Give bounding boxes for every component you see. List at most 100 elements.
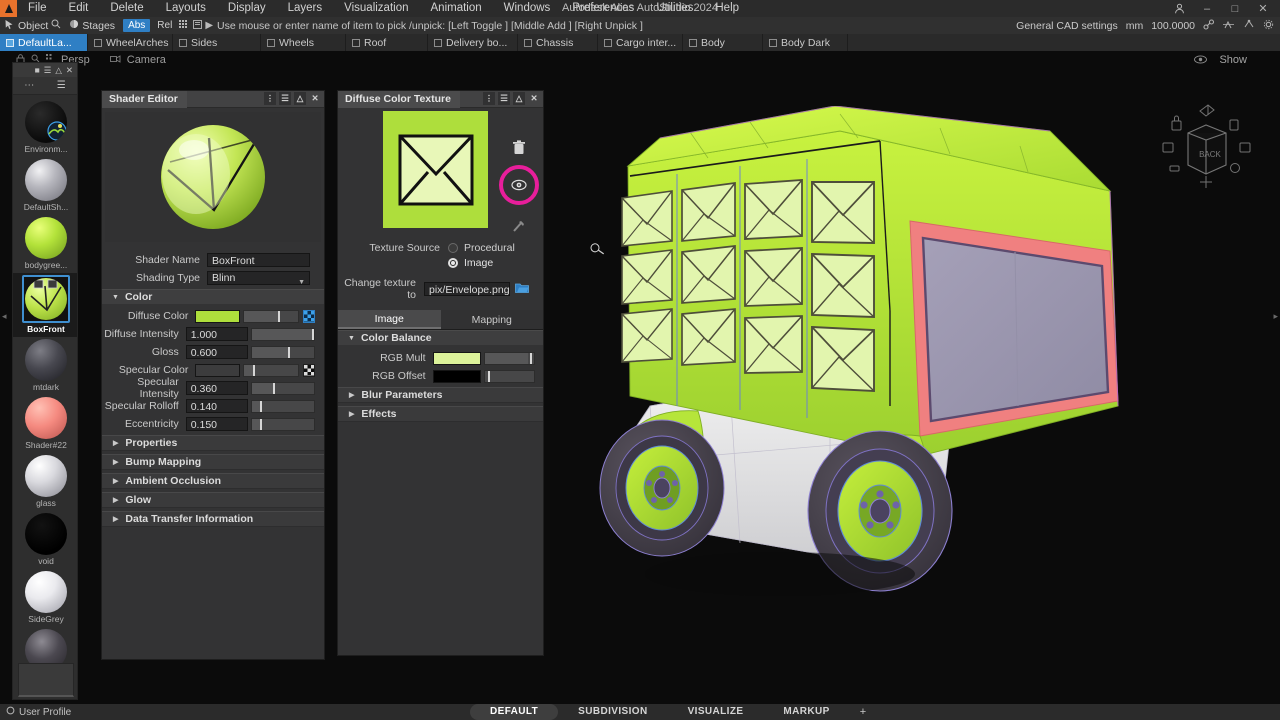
section-properties[interactable]: ▶ Properties bbox=[102, 435, 324, 451]
layer-tab-wheelarches[interactable]: WheelArches bbox=[88, 34, 173, 51]
shader-swatch-list[interactable]: Environm... DefaultSh... bodygree... Box… bbox=[13, 95, 77, 681]
section-bump-mapping[interactable]: ▶ Bump Mapping bbox=[102, 454, 324, 470]
menu-item-animation[interactable]: Animation bbox=[420, 0, 493, 17]
layer-tab-cargointerior[interactable]: Cargo inter... bbox=[598, 34, 683, 51]
specular-rolloff-slider[interactable] bbox=[251, 399, 316, 413]
layer-checkbox[interactable] bbox=[524, 38, 532, 47]
add-mode-button[interactable]: + bbox=[850, 706, 866, 718]
menu-item-layouts[interactable]: Layouts bbox=[155, 0, 217, 17]
section-effects[interactable]: ▶ Effects bbox=[338, 406, 543, 422]
more-options-icon[interactable]: ⋯ bbox=[24, 80, 34, 91]
mode-markup[interactable]: MARKUP bbox=[763, 704, 849, 720]
mode-default[interactable]: DEFAULT bbox=[470, 704, 559, 720]
menu-item-layers[interactable]: Layers bbox=[277, 0, 334, 17]
scale-value[interactable]: 100.0000 bbox=[1151, 20, 1195, 32]
menu-item-delete[interactable]: Delete bbox=[99, 0, 154, 17]
rgb-mult-slider[interactable] bbox=[484, 351, 535, 365]
shader-library-footer-slot[interactable] bbox=[18, 663, 74, 697]
shader-swatch-void[interactable]: void bbox=[13, 511, 77, 569]
specular-color-map-button[interactable] bbox=[303, 363, 315, 377]
rgb-offset-slider[interactable] bbox=[484, 369, 535, 383]
layer-checkbox[interactable] bbox=[6, 38, 14, 47]
menu-item-windows[interactable]: Windows bbox=[493, 0, 562, 17]
menu-item-display[interactable]: Display bbox=[217, 0, 277, 17]
section-ambient-occlusion[interactable]: ▶ Ambient Occlusion bbox=[102, 473, 324, 489]
diffuse-intensity-input[interactable]: 1.000 bbox=[185, 327, 249, 341]
specular-color-slider[interactable] bbox=[242, 363, 300, 377]
menu-icon[interactable]: ☰ bbox=[44, 66, 52, 75]
abs-rel-group[interactable]: Abs Rel ▶ bbox=[119, 17, 217, 34]
layer-tab-bodydark[interactable]: Body Dark bbox=[763, 34, 848, 51]
specular-color-swatch[interactable] bbox=[195, 363, 240, 377]
section-data-transfer-information[interactable]: ▶ Data Transfer Information bbox=[102, 511, 324, 527]
layer-tab-wheels[interactable]: Wheels bbox=[261, 34, 346, 51]
list-icon[interactable] bbox=[193, 19, 203, 32]
diffuse-color-slider[interactable] bbox=[242, 309, 300, 323]
procedural-radio[interactable] bbox=[448, 243, 458, 253]
units-label[interactable]: mm bbox=[1126, 20, 1144, 32]
user-profile-item[interactable]: User Profile bbox=[0, 706, 71, 718]
object-pick-group[interactable]: Object bbox=[0, 17, 65, 34]
right-edge-arrow[interactable]: ▸ bbox=[1273, 311, 1278, 322]
layer-checkbox[interactable] bbox=[352, 38, 360, 47]
layer-tab-roof[interactable]: Roof bbox=[346, 34, 428, 51]
grid-icon[interactable] bbox=[179, 19, 190, 32]
shader-swatch-mtdark[interactable]: mtdark bbox=[13, 337, 77, 395]
mode-subdivision[interactable]: SUBDIVISION bbox=[558, 704, 667, 720]
stages-group[interactable]: Stages bbox=[65, 17, 119, 34]
layer-checkbox[interactable] bbox=[267, 38, 275, 47]
shader-swatch-defaultshader[interactable]: DefaultSh... bbox=[13, 157, 77, 215]
gloss-slider[interactable] bbox=[251, 345, 316, 359]
show-eye-icon[interactable] bbox=[1194, 55, 1207, 67]
rel-toggle[interactable]: Rel bbox=[153, 19, 176, 32]
collapse-icon[interactable]: △ bbox=[294, 92, 306, 105]
menu-item-visualization[interactable]: Visualization bbox=[333, 0, 419, 17]
camera-label[interactable]: Camera bbox=[127, 54, 166, 66]
account-icon[interactable] bbox=[1166, 0, 1192, 17]
tab-image[interactable]: Image bbox=[338, 310, 441, 329]
specular-intensity-input[interactable]: 0.360 bbox=[185, 381, 249, 395]
tab-mapping[interactable]: Mapping bbox=[440, 310, 543, 329]
vehicle-model[interactable] bbox=[590, 105, 1190, 636]
layer-tab-default[interactable]: DefaultLa... bbox=[0, 34, 88, 51]
layer-checkbox[interactable] bbox=[434, 38, 442, 47]
list-menu-icon[interactable]: ☰ bbox=[57, 80, 66, 91]
layer-checkbox[interactable] bbox=[94, 38, 102, 47]
specular-rolloff-input[interactable]: 0.140 bbox=[185, 399, 249, 413]
rgb-mult-swatch[interactable] bbox=[432, 351, 482, 365]
left-edge-arrow[interactable]: ◂ bbox=[2, 311, 7, 322]
layer-checkbox[interactable] bbox=[769, 38, 777, 47]
shader-swatch-shader22[interactable]: Shader#22 bbox=[13, 395, 77, 453]
specular-intensity-slider[interactable] bbox=[251, 381, 316, 395]
show-label[interactable]: Show bbox=[1219, 54, 1247, 66]
menu-item-utilities[interactable]: Utilities bbox=[645, 0, 704, 17]
mode-visualize[interactable]: VISUALIZE bbox=[668, 704, 764, 720]
shader-name-input[interactable]: BoxFront bbox=[207, 253, 310, 267]
gear-icon[interactable] bbox=[1263, 19, 1274, 33]
info-icon[interactable]: ■ bbox=[35, 66, 40, 75]
browse-folder-icon[interactable] bbox=[515, 282, 529, 297]
rgb-offset-swatch[interactable] bbox=[432, 369, 482, 383]
collapse-icon[interactable]: △ bbox=[55, 66, 62, 75]
menu-item-edit[interactable]: Edit bbox=[58, 0, 100, 17]
layer-tab-body[interactable]: Body bbox=[683, 34, 763, 51]
shader-swatch-environment[interactable]: Environm... bbox=[13, 99, 77, 157]
texture-thumbnail[interactable] bbox=[383, 111, 488, 228]
info-icon[interactable]: ⋮ bbox=[264, 92, 276, 105]
layer-checkbox[interactable] bbox=[179, 38, 187, 47]
close-icon[interactable]: ✕ bbox=[528, 92, 540, 105]
menu-item-file[interactable]: File bbox=[17, 0, 58, 17]
toggle-texture-visibility-button[interactable] bbox=[499, 165, 539, 205]
menu-icon[interactable]: ☰ bbox=[279, 92, 291, 105]
cad-settings-label[interactable]: General CAD settings bbox=[1016, 20, 1118, 32]
menu-item-help[interactable]: Help bbox=[704, 0, 750, 17]
abs-toggle[interactable]: Abs bbox=[123, 19, 151, 32]
shader-swatch-boxfront[interactable]: BoxFront bbox=[13, 273, 77, 337]
image-radio[interactable] bbox=[448, 258, 458, 268]
layer-tab-deliverybox[interactable]: Delivery bo... bbox=[428, 34, 518, 51]
close-icon[interactable]: ✕ bbox=[309, 92, 321, 105]
diffuse-intensity-slider[interactable] bbox=[251, 327, 316, 341]
eccentricity-slider[interactable] bbox=[251, 417, 316, 431]
layer-checkbox[interactable] bbox=[604, 38, 612, 47]
shader-swatch-glass[interactable]: glass bbox=[13, 453, 77, 511]
